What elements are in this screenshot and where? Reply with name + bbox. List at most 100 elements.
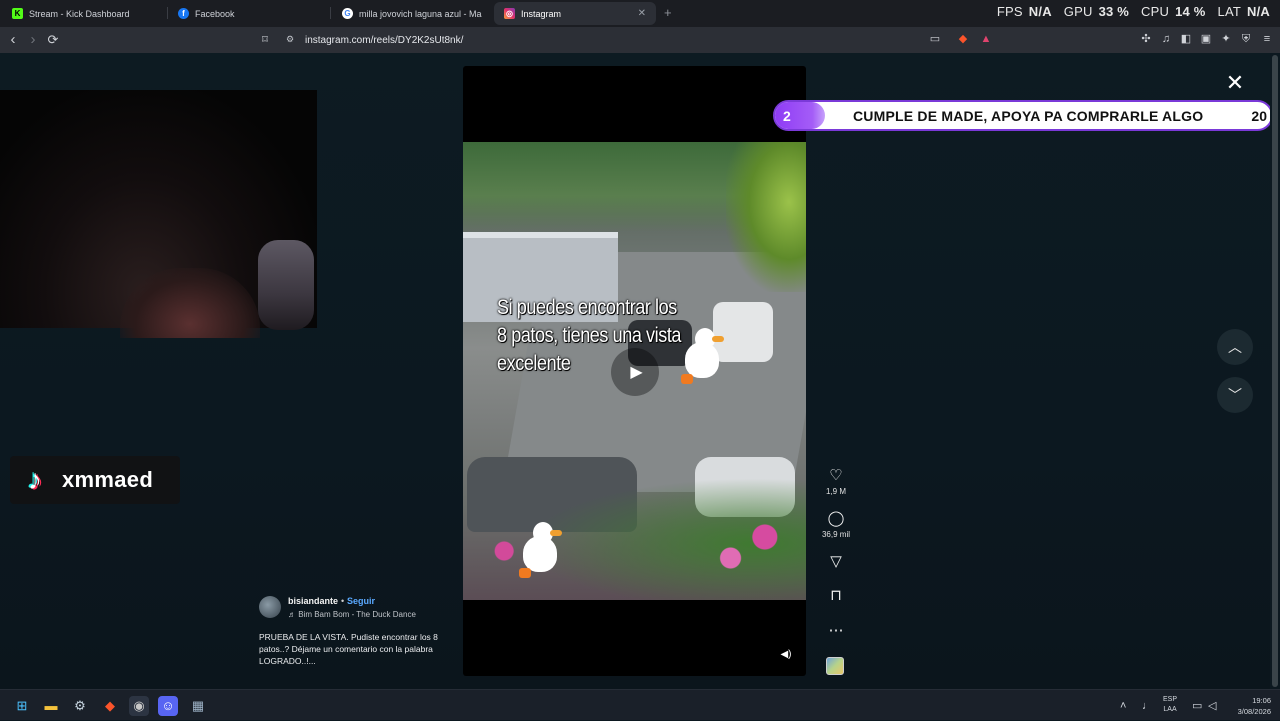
more-icon: ⋯ [828, 622, 844, 639]
tiktok-handle: xmmaed [62, 467, 154, 492]
follow-button[interactable]: Seguir [347, 596, 375, 606]
lat-value: N/A [1247, 4, 1270, 19]
wallet-icon[interactable]: ▣ [1200, 33, 1212, 45]
goal-target: 20 [1251, 107, 1267, 124]
clock-date: 3/08/2026 [1237, 707, 1271, 716]
browser-tab-bar: K Stream - Kick Dashboard f Facebook G m… [0, 0, 1280, 27]
calculator-icon[interactable]: ▦ [188, 696, 208, 716]
forward-arrow-icon[interactable]: › [24, 31, 42, 49]
cpu-value: 14 % [1175, 4, 1206, 19]
site-settings-icon[interactable]: ⚙ [286, 34, 294, 45]
tab-facebook[interactable]: f Facebook [168, 2, 330, 25]
tiktok-overlay: ♪ xmmaed [10, 456, 180, 504]
audio-thumbnail[interactable] [826, 657, 844, 675]
reel-caption: PRUEBA DE LA VISTA. Pudiste encontrar lo… [259, 632, 438, 666]
tab-label: Instagram [521, 8, 562, 19]
gpu-label: GPU [1063, 4, 1093, 19]
windows-start-icon[interactable]: ⊞ [12, 696, 32, 716]
new-tab-button[interactable]: + [664, 5, 672, 20]
more-options-button[interactable]: ⋯ [819, 622, 853, 640]
scene-palm [726, 142, 806, 292]
scene-flowers [463, 460, 806, 600]
reel-player[interactable]: Si puedes encontrar los 8 patos, tienes … [463, 66, 806, 676]
steam-icon[interactable]: ⚙ [70, 696, 90, 716]
avatar[interactable] [259, 596, 281, 618]
instagram-icon: ◎ [504, 8, 515, 19]
comment-icon: ◯ [827, 510, 845, 527]
donation-goal-alert: 2 CUMPLE DE MADE, APOYA PA COMPRARLE ALG… [773, 100, 1273, 131]
obs-icon[interactable]: ◉ [129, 696, 149, 716]
tab-label: Stream - Kick Dashboard [29, 8, 130, 19]
facebook-icon: f [178, 8, 189, 19]
lat-label: LAT [1217, 4, 1241, 19]
microphone-icon[interactable]: ♩ [1142, 690, 1153, 721]
webcam-person [120, 268, 260, 338]
chevron-down-icon: ﹀ [1228, 387, 1242, 403]
volume-icon[interactable]: ◀) [779, 648, 793, 662]
like-button[interactable]: ♡ 1,9 M [819, 467, 853, 496]
comment-count: 36,9 mil [821, 530, 850, 539]
google-icon: G [342, 8, 353, 19]
share-button[interactable]: ▽ [819, 553, 853, 571]
page-scrollbar[interactable] [1270, 53, 1280, 689]
separator-dot: • [341, 596, 345, 606]
clock-time: 19:06 [1252, 696, 1271, 705]
tray-expand-icon[interactable]: ˄ [1120, 690, 1126, 721]
save-button[interactable]: ⊓ [819, 587, 853, 605]
language-code: ESP [1163, 696, 1178, 703]
close-icon[interactable]: ✕ [1224, 72, 1246, 94]
webcam-feed [0, 90, 317, 338]
brave-shield-icon[interactable]: ◆ [957, 33, 969, 45]
next-reel-button[interactable]: ﹀ [1217, 377, 1253, 413]
address-bar[interactable]: ⚙ instagram.com/reels/DY2K2sUt8nk/ [280, 30, 1000, 50]
play-button[interactable]: ▶ [611, 348, 659, 396]
sidebar-icon[interactable]: ◧ [1180, 33, 1192, 45]
browser-toolbar: ‹ › ⟳ ⌑ ⚙ instagram.com/reels/DY2K2sUt8n… [0, 27, 1280, 53]
back-arrow-icon[interactable]: ‹ [4, 31, 22, 49]
bookmark-icon[interactable]: ⌑ [256, 31, 274, 49]
extensions-icon[interactable]: ✣ [1140, 33, 1152, 45]
cast-icon[interactable]: ▭ [929, 33, 941, 45]
input-language[interactable]: ESP LAA [1163, 695, 1177, 715]
media-icon[interactable]: ♫ [1160, 33, 1172, 45]
leo-ai-icon[interactable]: ✦ [1220, 33, 1232, 45]
tab-label: Facebook [195, 8, 235, 19]
url-text[interactable]: instagram.com/reels/DY2K2sUt8nk/ [305, 35, 463, 46]
like-count: 1,9 M [825, 487, 846, 496]
windows-taskbar: ⊞ ▬ ⚙ ◆ ◉ ☺ ▦ ˄ ♩ ESP LAA ▭ ◁ 19:06 3/08… [0, 689, 1280, 720]
goal-message: CUMPLE DE MADE, APOYA PA COMPRARLE ALGO [853, 107, 1204, 124]
menu-icon[interactable]: ≡ [1261, 33, 1273, 45]
tiktok-icon: ♪ [28, 464, 42, 495]
vpn-icon[interactable]: ⛨ [1240, 33, 1252, 45]
comment-button[interactable]: ◯ 36,9 mil [819, 510, 853, 539]
bookmark-save-icon: ⊓ [830, 587, 842, 604]
author-username[interactable]: bisiandante [288, 596, 338, 606]
discord-icon[interactable]: ☺ [158, 696, 178, 716]
brave-browser-icon[interactable]: ◆ [100, 696, 120, 716]
network-icon[interactable]: ▭ [1192, 690, 1202, 721]
previous-reel-button[interactable]: ︿ [1217, 329, 1253, 365]
heart-icon: ♡ [829, 467, 843, 484]
scrollbar-thumb[interactable] [1272, 55, 1278, 687]
send-icon: ▽ [830, 553, 842, 570]
brave-rewards-icon[interactable]: ▲ [980, 33, 992, 45]
tab-instagram[interactable]: ◎ Instagram ✕ [494, 2, 656, 25]
reel-song[interactable]: ♬ Bim Bam Bom - The Duck Dance [288, 610, 416, 619]
tab-google-search[interactable]: G milla jovovich laguna azul - Mask'ar..… [332, 2, 492, 25]
chevron-up-icon: ︿ [1228, 339, 1242, 355]
speaker-icon[interactable]: ◁ [1208, 690, 1216, 721]
cpu-label: CPU [1141, 4, 1170, 19]
fps-value: N/A [1028, 4, 1052, 19]
duck-sticker [517, 522, 562, 580]
reel-author: bisiandante • Seguir ♬ Bim Bam Bom - The… [259, 596, 459, 620]
reel-video[interactable]: Si puedes encontrar los 8 patos, tienes … [463, 142, 806, 600]
play-icon: ▶ [630, 364, 643, 381]
keyboard-layout: LAA [1163, 706, 1177, 713]
reload-icon[interactable]: ⟳ [44, 31, 62, 49]
close-tab-icon[interactable]: ✕ [638, 8, 646, 19]
tab-kick-dashboard[interactable]: K Stream - Kick Dashboard [2, 2, 167, 25]
tab-label: milla jovovich laguna azul - Mask'ar... [359, 8, 482, 19]
system-clock[interactable]: 19:06 3/08/2026 [1227, 695, 1271, 717]
file-explorer-icon[interactable]: ▬ [41, 696, 61, 716]
performance-overlay: FPS N/A GPU 33 % CPU 14 % LAT N/A [997, 4, 1270, 19]
